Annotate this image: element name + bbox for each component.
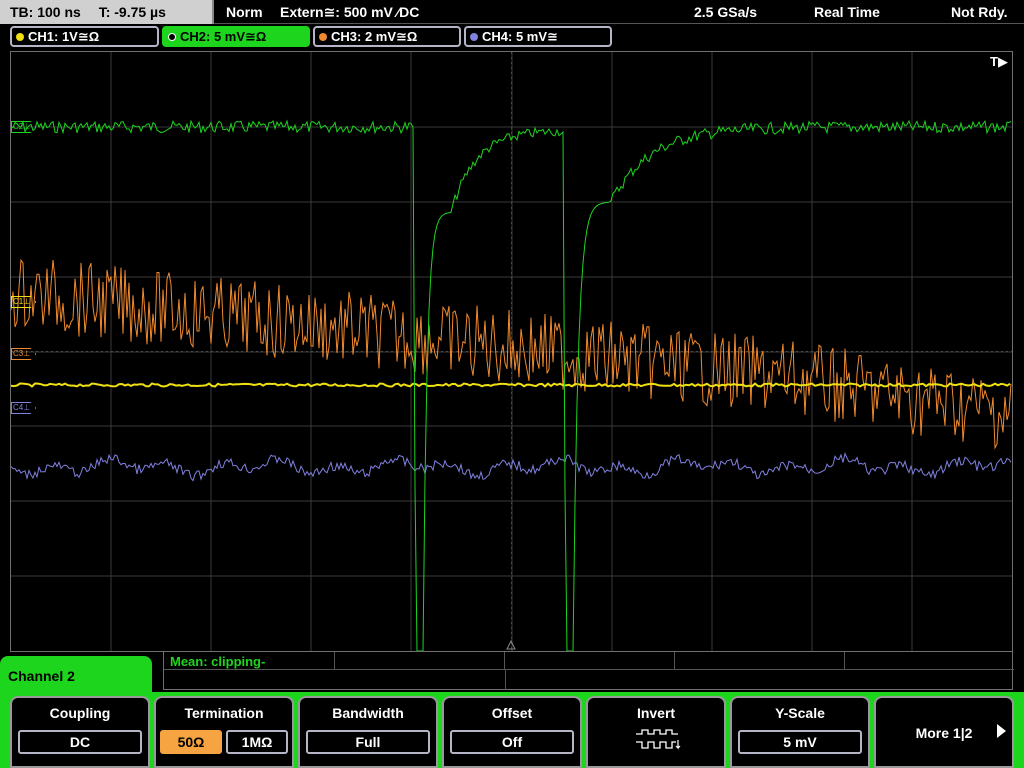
ch2-label: CH2: 5 mV≅Ω: [180, 29, 267, 44]
invert-waveform-icon: [636, 729, 681, 750]
trigger-info[interactable]: Norm Extern≅: 500 mV ⁄DC 2.5 GSa/s Real …: [214, 0, 1024, 24]
measurement-mean: Mean: clipping-: [170, 654, 266, 669]
ch4-dot-icon: [470, 33, 478, 41]
graticule: [11, 52, 1012, 651]
termination-label: Termination: [184, 705, 264, 721]
timebase-box[interactable]: TB: 100 ns T: -9.75 µs: [0, 0, 214, 24]
waveform-display[interactable]: T▶ C2⊥ C1⊥ C3⊥ C4⊥: [10, 51, 1013, 652]
coupling-softkey[interactable]: Coupling DC: [10, 696, 150, 768]
measurement-cell: [675, 652, 845, 670]
bandwidth-value[interactable]: Full: [306, 730, 430, 754]
ch3-dot-icon: [319, 33, 327, 41]
y-scale-softkey[interactable]: Y-Scale 5 mV: [730, 696, 870, 768]
ch3-label: CH3: 2 mV≅Ω: [331, 29, 418, 44]
sample-rate: 2.5 GSa/s: [694, 4, 758, 20]
coupling-value[interactable]: DC: [18, 730, 142, 754]
trigger-marker: T▶: [990, 54, 1008, 69]
more-label: More 1|2: [915, 725, 973, 741]
ch1-label: CH1: 1V≅Ω: [28, 29, 100, 44]
waveform-canvas: [11, 52, 1012, 651]
bandwidth-label: Bandwidth: [332, 705, 404, 721]
y-scale-value[interactable]: 5 mV: [738, 730, 862, 754]
menu-title: Channel 2: [0, 656, 152, 696]
measurement-cell: [335, 652, 505, 670]
acquisition-status: Not Rdy.: [951, 4, 1008, 20]
bandwidth-softkey[interactable]: Bandwidth Full: [298, 696, 438, 768]
channel-tabs: CH1: 1V≅Ω CH2: 5 mV≅Ω CH3: 2 mV≅Ω CH4: 5…: [0, 26, 1024, 48]
trigger-mode: Norm: [226, 4, 263, 20]
ch2-dot-icon: [168, 33, 176, 41]
coupling-label: Coupling: [49, 705, 111, 721]
tab-ch1[interactable]: CH1: 1V≅Ω: [10, 26, 159, 47]
ch1-dot-icon: [16, 33, 24, 41]
status-bar: TB: 100 ns T: -9.75 µs Norm Extern≅: 500…: [0, 0, 1024, 24]
ch1-trace: [11, 382, 1011, 388]
offset-softkey[interactable]: Offset Off: [442, 696, 582, 768]
more-softkey[interactable]: More 1|2: [874, 696, 1014, 768]
trigger-time-value: T: -9.75 µs: [98, 4, 166, 20]
y-scale-label: Y-Scale: [775, 705, 825, 721]
measurement-cell: [845, 652, 1014, 670]
ch4-label: CH4: 5 mV≅: [482, 29, 558, 44]
tab-ch3[interactable]: CH3: 2 mV≅Ω: [313, 26, 461, 47]
termination-1mohm-button[interactable]: 1MΩ: [226, 730, 288, 754]
tab-ch2[interactable]: CH2: 5 mV≅Ω: [162, 26, 310, 47]
trigger-source: Extern≅: 500 mV ⁄DC: [280, 4, 420, 20]
termination-softkey[interactable]: Termination 50Ω 1MΩ: [154, 696, 294, 768]
timebase-value: TB: 100 ns: [10, 4, 81, 20]
invert-label: Invert: [636, 705, 676, 721]
acquisition-mode: Real Time: [814, 4, 880, 20]
chevron-right-icon: [997, 724, 1006, 738]
tab-ch4[interactable]: CH4: 5 mV≅: [464, 26, 612, 47]
measurement-cell: Mean: clipping-: [164, 652, 335, 670]
termination-50ohm-button[interactable]: 50Ω: [160, 730, 222, 754]
offset-value[interactable]: Off: [450, 730, 574, 754]
offset-label: Offset: [491, 705, 533, 721]
invert-softkey[interactable]: Invert: [586, 696, 726, 768]
measurement-cell: [164, 670, 506, 690]
measurement-panel: Mean: clipping-: [163, 652, 1014, 690]
measurement-cell: [505, 652, 675, 670]
